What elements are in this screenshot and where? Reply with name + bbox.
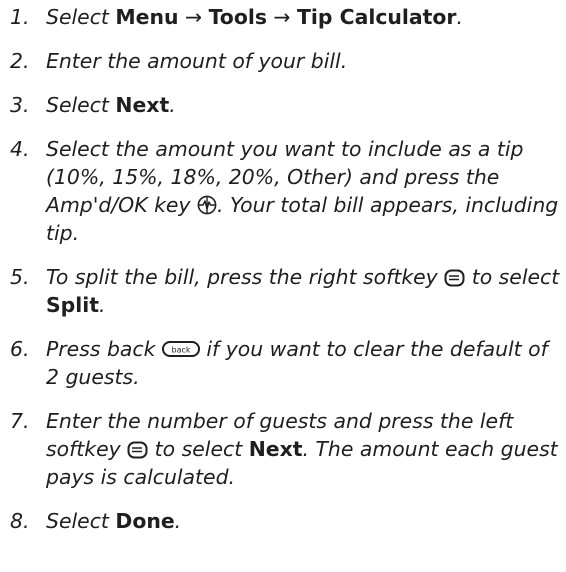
instruction-page: 1. Select Menu → Tools → Tip Calculator.… (0, 0, 566, 572)
step-text: To split the bill, press the right softk… (46, 265, 560, 317)
step-6: 6. Press back back if you want to clear … (0, 335, 566, 391)
menu-label: Menu (115, 5, 179, 29)
step-7: 7. Enter the number of guests and press … (0, 407, 566, 491)
tip-calculator-label: Tip Calculator (297, 5, 457, 29)
split-label: Split (46, 293, 100, 317)
next-label: Next (115, 93, 170, 117)
back-key-icon: back (161, 341, 200, 357)
step-number: 1. (10, 5, 30, 29)
done-label: Done (115, 509, 175, 533)
step-1: 1. Select Menu → Tools → Tip Calculator. (0, 3, 566, 31)
amp-ok-key-icon (197, 195, 217, 215)
step-number: 7. (10, 409, 30, 433)
step-number: 8. (10, 509, 30, 533)
step-3: 3. Select Next. (0, 91, 566, 119)
step-number: 3. (10, 93, 30, 117)
step-text: Select the amount you want to include as… (46, 137, 559, 245)
step-4: 4. Select the amount you want to include… (0, 135, 566, 247)
step-text: Select Done. (46, 509, 182, 533)
step-text: Select Next. (46, 93, 176, 117)
back-key-label: back (171, 346, 190, 355)
next-label: Next (248, 437, 303, 461)
left-softkey-icon (127, 441, 148, 459)
step-number: 5. (10, 265, 30, 289)
step-5: 5. To split the bill, press the right so… (0, 263, 566, 319)
step-text: Press back back if you want to clear the… (46, 337, 548, 389)
step-text: Enter the amount of your bill. (46, 49, 348, 73)
step-number: 2. (10, 49, 30, 73)
step-2: 2. Enter the amount of your bill. (0, 47, 566, 75)
step-8: 8. Select Done. (0, 507, 566, 535)
step-number: 4. (10, 137, 30, 161)
tip-calculator-steps: 1. Select Menu → Tools → Tip Calculator.… (0, 3, 566, 535)
step-text: Enter the number of guests and press the… (46, 409, 558, 489)
step-number: 6. (10, 337, 30, 361)
tools-label: Tools (208, 5, 267, 29)
right-softkey-icon (444, 269, 465, 287)
step-text: Select Menu → Tools → Tip Calculator. (46, 5, 463, 29)
